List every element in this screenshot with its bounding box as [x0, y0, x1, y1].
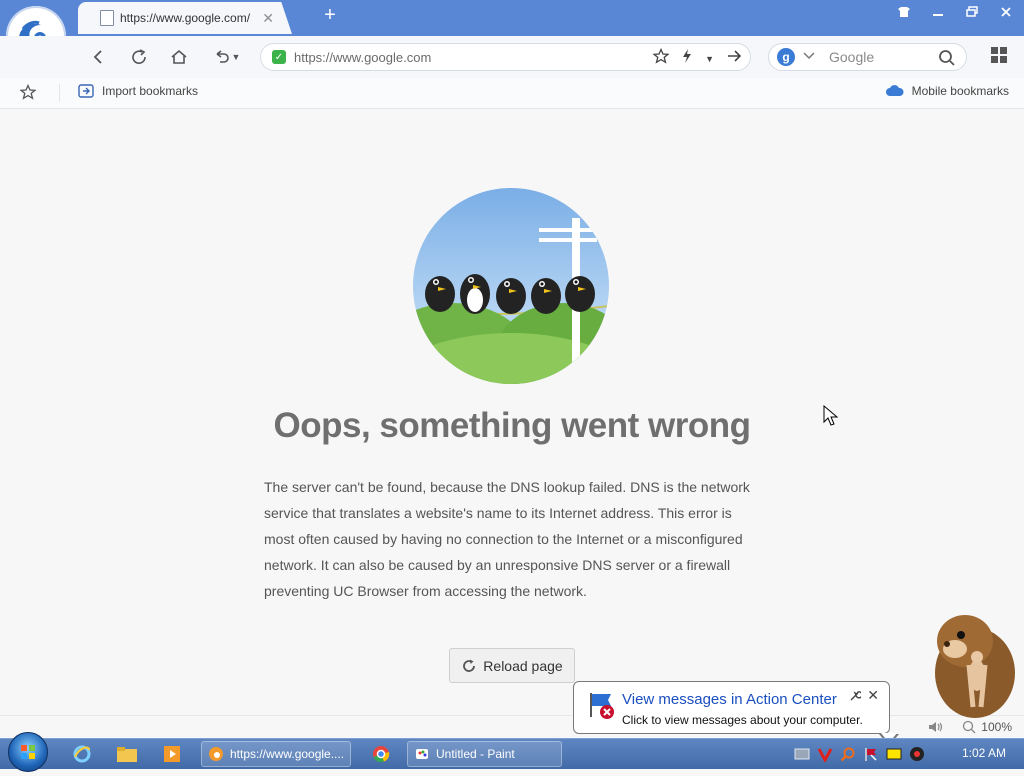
record-tray-icon[interactable] — [909, 746, 925, 762]
home-button[interactable] — [168, 46, 190, 68]
error-message: The server can't be found, because the D… — [264, 479, 750, 599]
network-tray-icon[interactable] — [794, 746, 810, 762]
browser-titlebar: https://www.google.com/ ✕ + — [0, 0, 1024, 36]
search-engine-icon[interactable]: g — [777, 48, 795, 66]
page-icon — [100, 10, 114, 26]
zoom-level[interactable]: 100% — [981, 720, 1012, 734]
skin-icon[interactable] — [896, 4, 912, 20]
notification-text: Click to view messages about your comput… — [622, 713, 863, 727]
refresh-button[interactable] — [128, 46, 150, 68]
go-arrow-icon[interactable] — [726, 48, 742, 69]
engine-dropdown-icon[interactable] — [803, 51, 815, 63]
restore-button[interactable] — [964, 4, 980, 20]
action-center-tray-icon[interactable] — [863, 746, 879, 762]
birds-on-wire-illustration — [413, 188, 609, 384]
media-player-icon[interactable] — [157, 742, 187, 766]
wrench-icon[interactable] — [849, 690, 863, 705]
taskbar-item-label: https://www.google.... — [230, 747, 345, 761]
action-center-flag-icon — [586, 690, 616, 720]
mobile-bookmarks-label: Mobile bookmarks — [911, 84, 1009, 98]
secure-check-icon: ✓ — [272, 50, 286, 64]
desktop-mascot — [925, 603, 1020, 718]
start-button[interactable] — [8, 732, 48, 772]
address-bar[interactable]: ✓ https://www.google.com ▼ — [260, 43, 751, 71]
reload-icon — [463, 659, 476, 672]
window-controls — [896, 4, 1014, 20]
uc-browser-icon — [209, 747, 223, 761]
browser-toolbar: ▼ ✓ https://www.google.com ▼ g Google — [0, 36, 1024, 79]
cloud-icon — [885, 85, 904, 96]
import-bookmarks-link[interactable]: Import bookmarks — [78, 84, 198, 98]
windows-logo-icon — [21, 745, 35, 759]
home-icon — [171, 49, 187, 64]
url-text: https://www.google.com — [294, 49, 432, 65]
undo-icon — [216, 50, 229, 63]
bookmarks-bar: Import bookmarks Mobile bookmarks — [0, 78, 1024, 109]
search-box[interactable]: g Google — [768, 43, 967, 71]
minimize-button[interactable] — [930, 4, 946, 20]
taskbar-item-label: Untitled - Paint — [436, 747, 515, 761]
reload-page-button[interactable]: Reload page — [449, 648, 575, 683]
file-explorer-icon[interactable] — [112, 742, 142, 766]
back-icon — [93, 50, 102, 64]
tab-title: https://www.google.com/ — [120, 11, 251, 25]
import-bookmarks-label: Import bookmarks — [102, 84, 199, 98]
antivirus-tray-icon[interactable] — [817, 746, 833, 764]
action-center-notification[interactable]: View messages in Action Center Click to … — [573, 681, 899, 746]
taskbar-clock[interactable]: 1:02 AM — [962, 746, 1006, 760]
internet-explorer-icon[interactable] — [67, 742, 97, 766]
browser-tab[interactable]: https://www.google.com/ ✕ — [78, 2, 292, 34]
notification-close-icon[interactable]: ✕ — [867, 687, 879, 704]
windows-taskbar: https://www.google.... Untitled - Paint … — [0, 732, 1024, 772]
search-icon[interactable] — [938, 49, 956, 72]
chevron-down-icon: ▼ — [231, 52, 241, 62]
divider — [59, 84, 60, 102]
page-content: Oops, something went wrong The server ca… — [0, 109, 1024, 715]
search-tray-icon[interactable] — [840, 746, 856, 762]
close-button[interactable] — [998, 4, 1014, 20]
notification-title[interactable]: View messages in Action Center — [622, 691, 837, 708]
undo-close-button[interactable]: ▼ — [208, 46, 244, 68]
back-button[interactable] — [88, 46, 110, 68]
import-icon — [78, 84, 94, 98]
taskbar-item-paint[interactable]: Untitled - Paint — [407, 741, 562, 767]
chrome-icon[interactable] — [366, 742, 396, 766]
bookmark-star-icon[interactable] — [652, 47, 670, 69]
new-tab-button[interactable]: + — [320, 5, 340, 25]
tab-close-icon[interactable]: ✕ — [262, 10, 274, 27]
bookmarks-star-icon[interactable] — [19, 83, 37, 103]
dropdown-arrow-icon[interactable]: ▼ — [705, 54, 714, 64]
mobile-bookmarks-link[interactable]: Mobile bookmarks — [885, 84, 1009, 98]
apps-grid-button[interactable] — [990, 46, 1008, 64]
mouse-cursor — [823, 404, 839, 432]
address-actions: ▼ — [652, 47, 742, 69]
refresh-icon — [132, 49, 146, 64]
error-title: Oops, something went wrong — [273, 406, 752, 445]
paint-icon — [416, 749, 428, 759]
reload-label: Reload page — [483, 657, 563, 674]
taskbar-item-browser[interactable]: https://www.google.... — [201, 741, 351, 767]
search-placeholder: Google — [829, 49, 875, 65]
zoom-icon[interactable] — [962, 720, 976, 737]
volume-icon[interactable] — [928, 720, 944, 737]
apps-grid-icon — [991, 47, 1007, 63]
lightning-icon[interactable] — [681, 48, 693, 69]
system-tray: 1:02 AM — [784, 739, 1024, 769]
notes-tray-icon[interactable] — [886, 746, 902, 762]
